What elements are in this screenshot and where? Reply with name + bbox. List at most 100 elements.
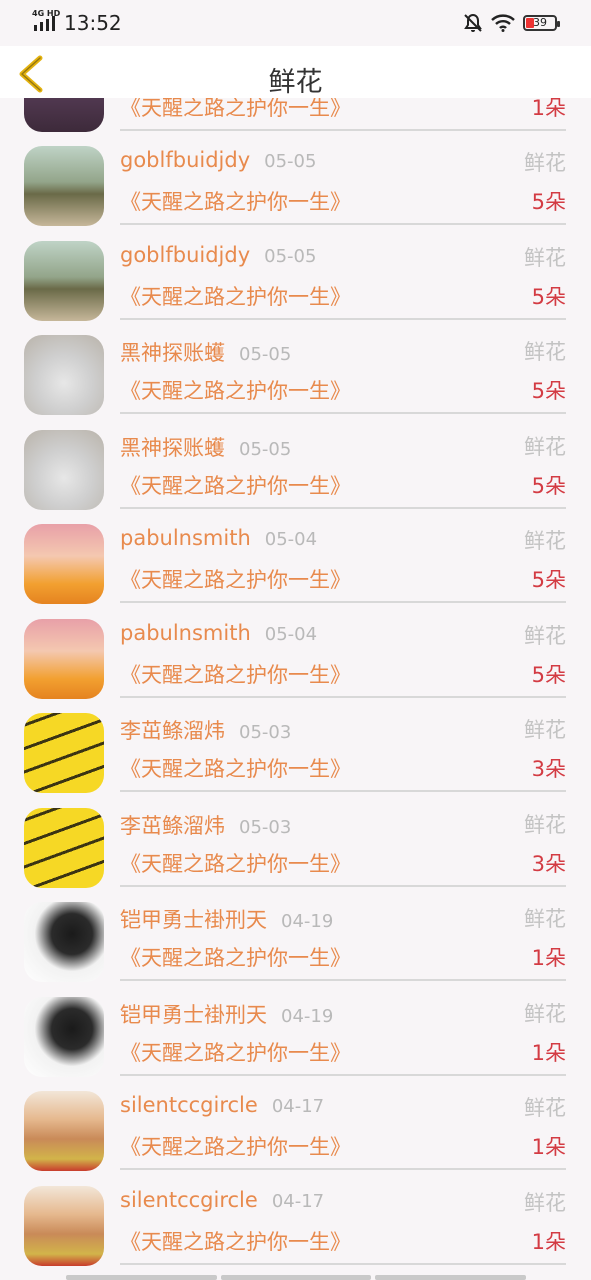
avatar bbox=[24, 713, 104, 793]
list-item[interactable]: silentccgircle 04-17 鲜花 《天醒之路之护你一生》 1朵 bbox=[0, 1174, 591, 1268]
date: 05-03 bbox=[239, 817, 292, 838]
flower-count: 5朵 bbox=[531, 190, 566, 214]
date: 05-04 bbox=[264, 529, 318, 550]
gift-type: 鲜花 bbox=[524, 340, 566, 364]
flower-count: 5朵 bbox=[531, 663, 566, 687]
gift-list[interactable]: 《天醒之路之护你一生》 1朵 goblfbuidjdy 05-05 鲜花 《天醒之… bbox=[0, 98, 591, 1280]
flower-count: 1朵 bbox=[531, 1230, 566, 1254]
user-name: 铠甲勇士褂刑天 04-19 bbox=[120, 1003, 334, 1027]
avatar bbox=[24, 430, 104, 510]
avatar bbox=[24, 997, 104, 1077]
list-item[interactable]: goblfbuidjdy 05-05 鲜花 《天醒之路之护你一生》 5朵 bbox=[0, 134, 591, 228]
divider bbox=[120, 885, 566, 887]
book-title: 《天醒之路之护你一生》 bbox=[120, 568, 351, 592]
gift-type: 鲜花 bbox=[524, 718, 566, 742]
list-item[interactable]: 黑神探账蠖 05-05 鲜花 《天醒之路之护你一生》 5朵 bbox=[0, 418, 591, 512]
list-item[interactable]: 李茁鲦溜炜 05-03 鲜花 《天醒之路之护你一生》 3朵 bbox=[0, 796, 591, 890]
avatar bbox=[24, 1186, 104, 1266]
battery-icon: 39 bbox=[523, 15, 560, 31]
flower-count: 5朵 bbox=[531, 474, 566, 498]
book-title: 《天醒之路之护你一生》 bbox=[120, 190, 351, 214]
gift-type: 鲜花 bbox=[524, 151, 566, 175]
avatar bbox=[24, 146, 104, 226]
divider bbox=[120, 1074, 566, 1076]
gift-type: 鲜花 bbox=[524, 246, 566, 270]
divider bbox=[120, 979, 566, 981]
date: 05-05 bbox=[239, 439, 292, 460]
divider bbox=[120, 412, 566, 414]
flower-count: 5朵 bbox=[531, 285, 566, 309]
gift-type: 鲜花 bbox=[524, 1191, 566, 1215]
date: 04-17 bbox=[271, 1191, 325, 1212]
date: 05-03 bbox=[239, 722, 292, 743]
book-title: 《天醒之路之护你一生》 bbox=[120, 663, 351, 687]
user-name: 李茁鲦溜炜 05-03 bbox=[120, 719, 292, 743]
divider bbox=[120, 1168, 566, 1170]
date: 05-04 bbox=[264, 624, 318, 645]
bottom-indicator bbox=[66, 1275, 527, 1280]
book-title: 《天醒之路之护你一生》 bbox=[120, 379, 351, 403]
user-name: goblfbuidjdy 05-05 bbox=[120, 243, 317, 267]
divider bbox=[120, 507, 566, 509]
flower-count: 5朵 bbox=[531, 379, 566, 403]
user-name: goblfbuidjdy 05-05 bbox=[120, 148, 317, 172]
avatar bbox=[24, 619, 104, 699]
book-title: 《天醒之路之护你一生》 bbox=[120, 98, 351, 120]
book-title: 《天醒之路之护你一生》 bbox=[120, 1230, 351, 1254]
user-name: 黑神探账蠖 05-05 bbox=[120, 436, 292, 460]
avatar bbox=[24, 241, 104, 321]
battery-level: 39 bbox=[533, 16, 547, 29]
avatar bbox=[24, 1091, 104, 1171]
divider bbox=[120, 601, 566, 603]
divider bbox=[120, 318, 566, 320]
list-item[interactable]: 铠甲勇士褂刑天 04-19 鲜花 《天醒之路之护你一生》 1朵 bbox=[0, 890, 591, 984]
gift-type: 鲜花 bbox=[524, 435, 566, 459]
avatar bbox=[24, 902, 104, 982]
list-item[interactable]: pabulnsmith 05-04 鲜花 《天醒之路之护你一生》 5朵 bbox=[0, 512, 591, 606]
divider bbox=[120, 1263, 566, 1265]
gift-type: 鲜花 bbox=[524, 624, 566, 648]
date: 05-05 bbox=[239, 344, 292, 365]
divider bbox=[120, 696, 566, 698]
book-title: 《天醒之路之护你一生》 bbox=[120, 1135, 351, 1159]
clock: 13:52 bbox=[64, 11, 122, 35]
avatar bbox=[24, 335, 104, 415]
list-item[interactable]: 铠甲勇士褂刑天 04-19 鲜花 《天醒之路之护你一生》 1朵 bbox=[0, 985, 591, 1079]
divider bbox=[120, 790, 566, 792]
book-title: 《天醒之路之护你一生》 bbox=[120, 946, 351, 970]
list-item[interactable]: 黑神探账蠖 05-05 鲜花 《天醒之路之护你一生》 5朵 bbox=[0, 323, 591, 417]
list-item[interactable]: 李茁鲦溜炜 05-03 鲜花 《天醒之路之护你一生》 3朵 bbox=[0, 701, 591, 795]
book-title: 《天醒之路之护你一生》 bbox=[120, 1041, 351, 1065]
book-title: 《天醒之路之护你一生》 bbox=[120, 852, 351, 876]
book-title: 《天醒之路之护你一生》 bbox=[120, 285, 351, 309]
date: 05-05 bbox=[264, 151, 317, 172]
status-bar: 4G HD 13:52 39 bbox=[0, 0, 591, 46]
list-item[interactable]: pabulnsmith 05-04 鲜花 《天醒之路之护你一生》 5朵 bbox=[0, 607, 591, 701]
flower-count: 5朵 bbox=[531, 568, 566, 592]
flower-count: 1朵 bbox=[531, 946, 566, 970]
user-name: pabulnsmith 05-04 bbox=[120, 526, 318, 550]
flower-count: 1朵 bbox=[531, 1135, 566, 1159]
divider bbox=[120, 129, 566, 131]
nav-bar: 鲜花 bbox=[0, 46, 591, 98]
date: 04-19 bbox=[281, 911, 334, 932]
gift-type: 鲜花 bbox=[524, 1096, 566, 1120]
list-item[interactable]: goblfbuidjdy 05-05 鲜花 《天醒之路之护你一生》 5朵 bbox=[0, 229, 591, 323]
book-title: 《天醒之路之护你一生》 bbox=[120, 757, 351, 781]
mute-bell-icon bbox=[464, 13, 482, 32]
gift-type: 鲜花 bbox=[524, 907, 566, 931]
flower-count: 1朵 bbox=[531, 1041, 566, 1065]
divider bbox=[120, 223, 566, 225]
flower-count: 3朵 bbox=[531, 757, 566, 781]
page-title: 鲜花 bbox=[268, 67, 323, 98]
avatar bbox=[24, 524, 104, 604]
avatar bbox=[24, 808, 104, 888]
list-item[interactable]: silentccgircle 04-17 鲜花 《天醒之路之护你一生》 1朵 bbox=[0, 1079, 591, 1173]
user-name: 李茁鲦溜炜 05-03 bbox=[120, 814, 292, 838]
date: 04-19 bbox=[281, 1006, 334, 1027]
gift-type: 鲜花 bbox=[524, 813, 566, 837]
user-name: pabulnsmith 05-04 bbox=[120, 621, 318, 645]
date: 05-05 bbox=[264, 246, 317, 267]
gift-type: 鲜花 bbox=[524, 1002, 566, 1026]
list-item[interactable]: 《天醒之路之护你一生》 1朵 bbox=[0, 98, 591, 134]
